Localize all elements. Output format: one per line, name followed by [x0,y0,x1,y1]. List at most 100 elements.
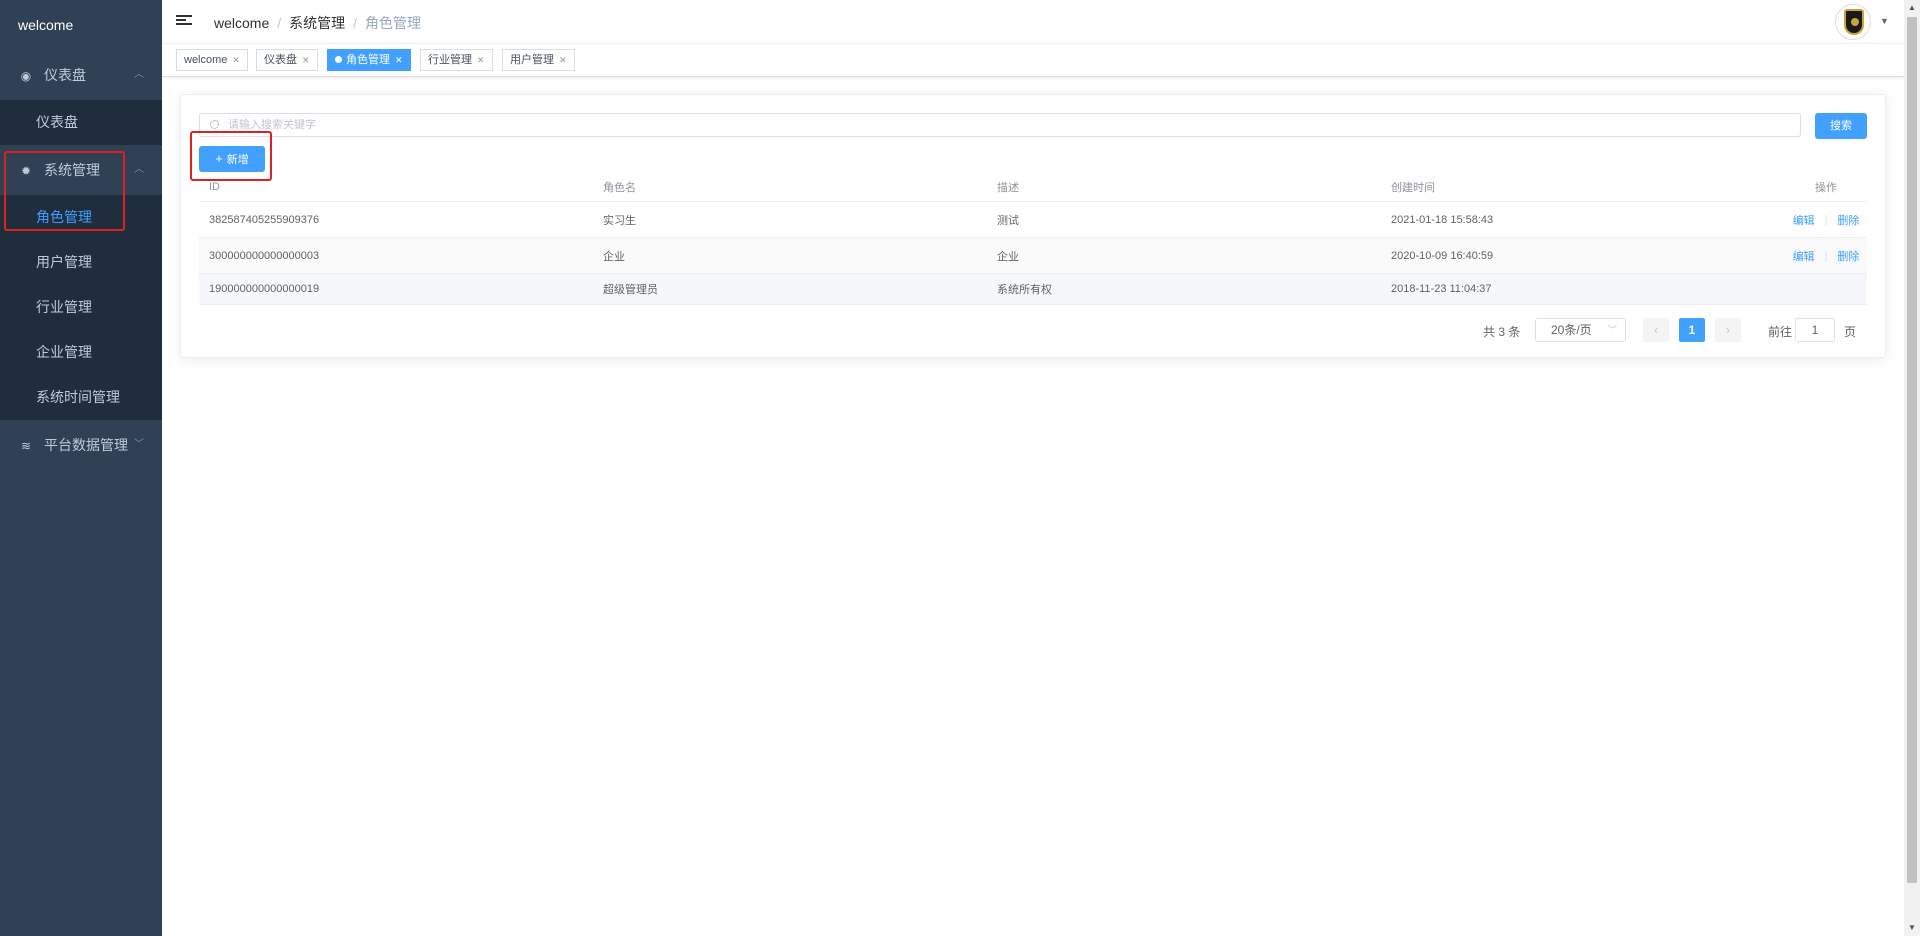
breadcrumb-item[interactable]: 系统管理 [289,15,345,31]
sidebar: welcome ◉ 仪表盘 ︿ 仪表盘 ✹ 系统管理 ︿ 角色管理 用户管理 行业管… [0,0,162,936]
tag-label: welcome [184,54,228,66]
chevron-down-icon: ﹀ [134,439,144,450]
menu-group-label: 平台数据管理 [44,437,128,453]
scroll-up-icon[interactable]: ▲ [1904,0,1920,16]
table-row[interactable]: 190000000000000019 超级管理员 系统所有权 2018-11-2… [199,274,1867,305]
delete-link[interactable]: 删除 [1837,248,1859,264]
role-table: ID 角色名 描述 创建时间 操作 382587405255909376 实习生… [199,172,1867,305]
column-header-actions: 操作 [1815,181,1837,194]
next-page-button[interactable]: › [1715,318,1741,342]
sidebar-item-system-time-management[interactable]: 系统时间管理 [0,375,162,420]
gear-icon: ✹ [20,164,32,178]
role-list-card: 请输入搜索关键字 搜索 + 新增 ID 角色名 描述 创建时间 操作 382587… [180,94,1886,358]
plus-icon: + [215,151,223,166]
cell-description: 测试 [997,214,1019,227]
edit-link[interactable]: 编辑 [1793,212,1815,228]
search-icon [210,120,219,129]
cell-description: 系统所有权 [997,284,1052,296]
cell-actions [1785,274,1867,304]
breadcrumb: welcome / 系统管理 / 角色管理 [214,13,421,33]
prev-page-button[interactable]: ‹ [1643,318,1669,342]
tag-industry-management[interactable]: 行业管理 ✕ [420,49,493,71]
hamburger-icon[interactable] [176,13,192,29]
cell-role-name: 实习生 [603,214,636,227]
pagination-total: 共 3 条 [1483,325,1521,339]
close-icon[interactable]: ✕ [477,55,485,65]
breadcrumb-separator: / [353,15,358,31]
goto-page-input[interactable]: 1 [1795,318,1835,342]
main-content: welcome / 系统管理 / 角色管理 ▼ welcome ✕ 仪表盘 ✕ 角色管理 ✕ … [162,0,1904,936]
menu-group-dashboard[interactable]: ◉ 仪表盘 ︿ [0,50,162,100]
scroll-down-icon[interactable]: ▼ [1904,920,1920,936]
dashboard-icon: ◉ [20,69,32,83]
close-icon[interactable]: ✕ [395,55,403,65]
sidebar-item-industry-management[interactable]: 行业管理 [0,285,162,330]
sidebar-item-role-management[interactable]: 角色管理 [0,195,162,240]
sidebar-item-enterprise-management[interactable]: 企业管理 [0,330,162,375]
menu-group-platform-data[interactable]: ≋ 平台数据管理 ﹀ [0,420,162,470]
sidebar-item-user-management[interactable]: 用户管理 [0,240,162,285]
column-header-role-name[interactable]: 角色名 [603,172,636,201]
column-header-id[interactable]: ID [209,172,220,201]
breadcrumb-separator: / [277,15,282,31]
navbar: welcome / 系统管理 / 角色管理 ▼ [162,0,1904,44]
tag-role-management[interactable]: 角色管理 ✕ [327,49,411,71]
goto-label: 前往 [1768,325,1793,339]
page-size-select[interactable]: 20条/页 ﹀ [1535,318,1626,342]
cell-role-name: 企业 [603,250,625,263]
active-dot-icon [335,56,342,63]
cell-created-time: 2018-11-23 11:04:37 [1391,283,1492,295]
cell-id: 300000000000000003 [209,249,320,262]
breadcrumb-item[interactable]: welcome [214,15,269,31]
cell-created-time: 2020-10-09 16:40:59 [1391,249,1494,262]
menu-group-system[interactable]: ✹ 系统管理 ︿ [0,145,162,195]
scrollbar-thumb[interactable] [1907,17,1917,883]
cell-description: 企业 [997,250,1019,263]
menu-group-label: 仪表盘 [44,67,86,83]
tag-dashboard[interactable]: 仪表盘 ✕ [256,49,318,71]
edit-link[interactable]: 编辑 [1793,248,1815,264]
page-unit-label: 页 [1844,325,1857,339]
cell-id: 382587405255909376 [209,213,320,226]
page-number[interactable]: 1 [1679,318,1705,342]
chevron-up-icon: ︿ [134,164,144,175]
page-scrollbar[interactable]: ▲ ▼ [1904,0,1920,936]
avatar[interactable] [1835,4,1871,40]
tag-label: 行业管理 [428,54,472,66]
table-header: ID 角色名 描述 创建时间 操作 [199,172,1867,202]
chevron-down-icon: ﹀ [1607,325,1617,335]
add-button[interactable]: + 新增 [199,146,265,172]
cell-id: 190000000000000019 [209,283,320,295]
tag-label: 用户管理 [510,54,554,66]
column-header-description[interactable]: 描述 [997,172,1019,201]
tag-user-management[interactable]: 用户管理 ✕ [502,49,575,71]
page-size-value: 20条/页 [1551,323,1592,337]
chevron-up-icon: ︿ [134,69,144,80]
sidebar-logo[interactable]: welcome [0,0,162,50]
search-input[interactable]: 请输入搜索关键字 [199,113,1801,137]
cell-actions: 编辑 | 删除 [1792,248,1860,264]
submenu-dashboard: 仪表盘 [0,100,162,145]
tags-view: welcome ✕ 仪表盘 ✕ 角色管理 ✕ 行业管理 ✕ 用户管理 ✕ [162,44,1904,77]
close-icon[interactable]: ✕ [232,55,240,65]
close-icon[interactable]: ✕ [302,55,310,65]
column-header-created-time[interactable]: 创建时间 [1391,172,1435,201]
caret-down-icon[interactable]: ▼ [1880,16,1889,26]
table-row[interactable]: 300000000000000003 企业 企业 2020-10-09 16:4… [199,238,1867,274]
submenu-system: 角色管理 用户管理 行业管理 企业管理 系统时间管理 [0,195,162,420]
tag-label: 仪表盘 [264,54,297,66]
layers-icon: ≋ [20,439,32,453]
cell-created-time: 2021-01-18 15:58:43 [1391,213,1494,226]
menu-group-label: 系统管理 [44,162,100,178]
search-button[interactable]: 搜索 [1815,113,1867,139]
add-button-label: 新增 [226,154,249,166]
search-placeholder: 请输入搜索关键字 [228,119,316,131]
table-row[interactable]: 382587405255909376 实习生 测试 2021-01-18 15:… [199,202,1867,238]
breadcrumb-current: 角色管理 [365,15,422,31]
tag-welcome[interactable]: welcome ✕ [176,49,248,71]
pagination: 共 3 条 20条/页 ﹀ ‹ 1 › 前往 1 页 [181,317,1887,345]
close-icon[interactable]: ✕ [559,55,567,65]
sidebar-item-dashboard[interactable]: 仪表盘 [0,100,162,145]
cell-role-name: 超级管理员 [603,284,658,296]
delete-link[interactable]: 删除 [1837,212,1859,228]
